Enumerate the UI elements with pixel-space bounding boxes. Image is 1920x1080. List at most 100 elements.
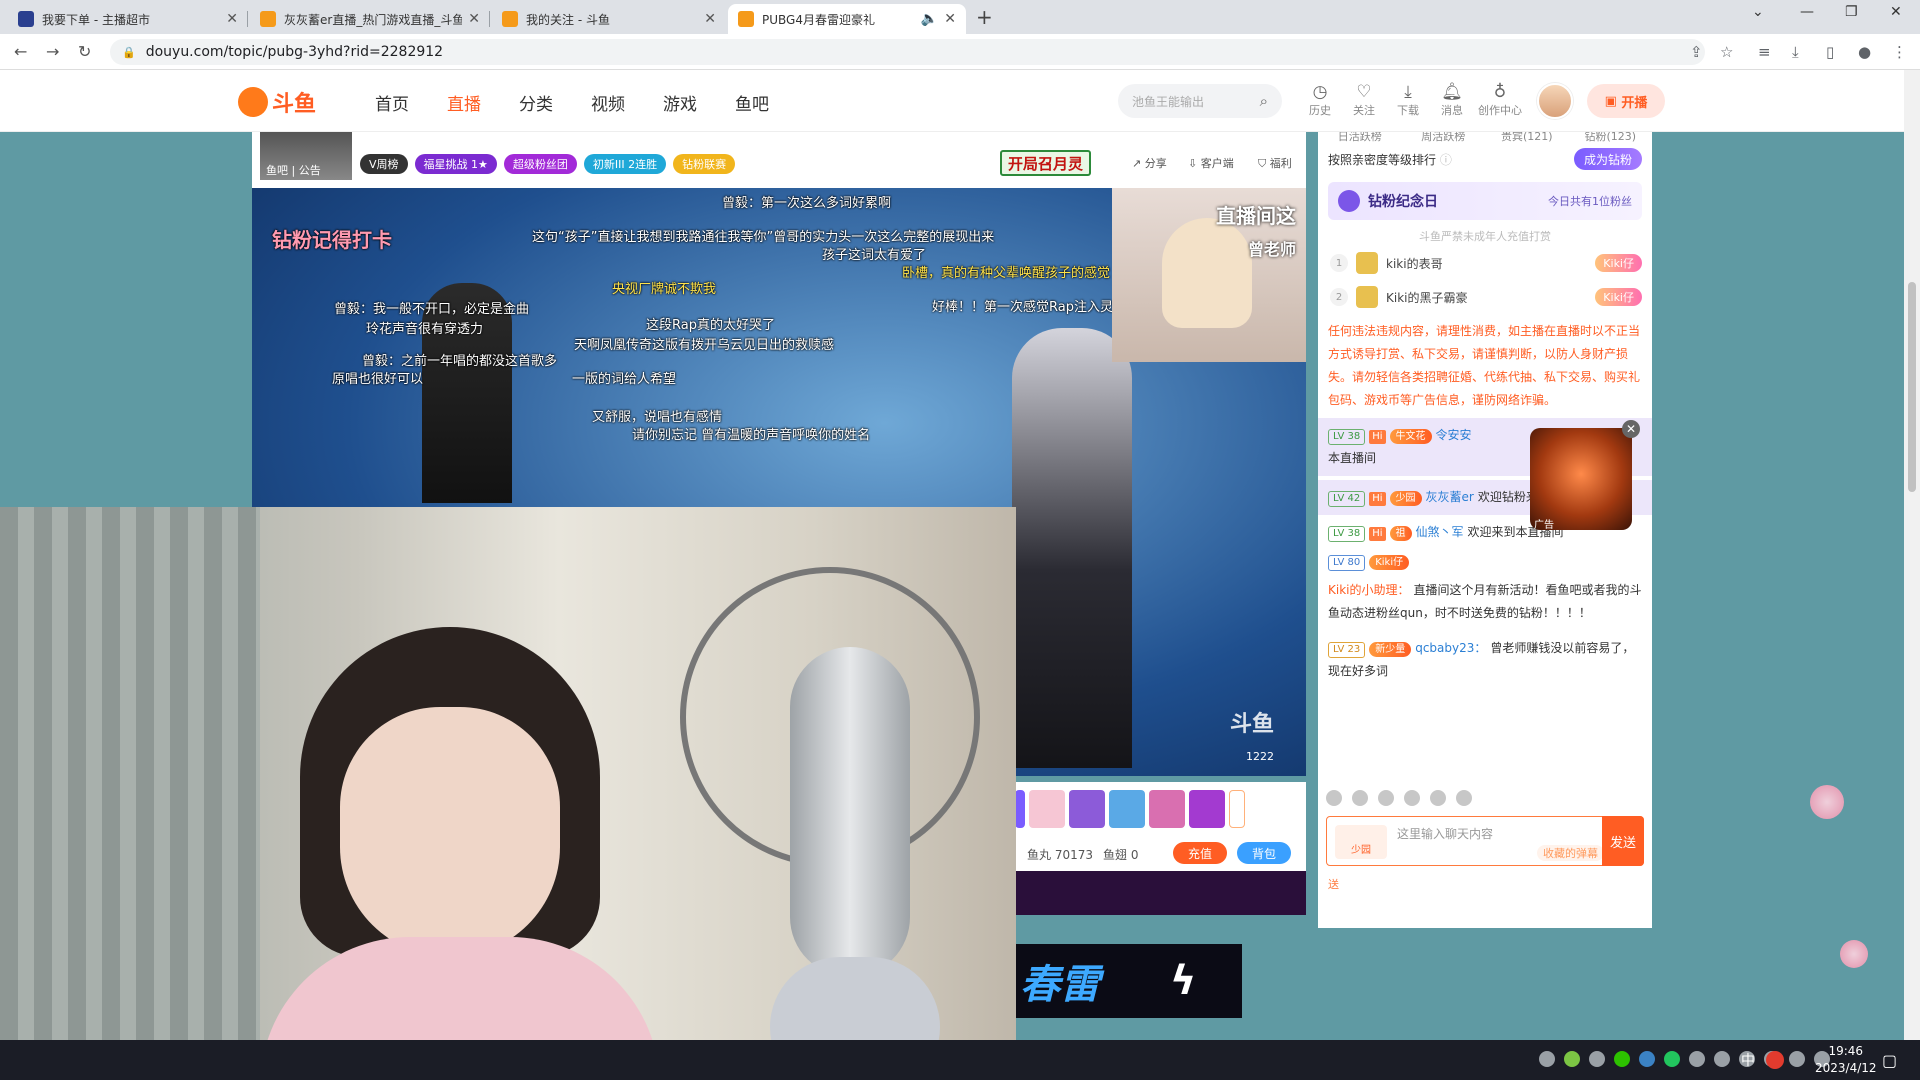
fan-level-badge[interactable]: 少园 [1335, 825, 1387, 859]
tab-audio-icon[interactable]: 🔈 [921, 11, 938, 27]
sidepanel-icon[interactable]: ▯ [1826, 43, 1834, 61]
anchor-thumbnail[interactable]: 鱼吧 | 公告 [260, 132, 352, 180]
browser-tab-1[interactable]: 我要下单 - 主播超市 ✕ [8, 4, 248, 34]
minimize-icon[interactable]: — [1800, 4, 1814, 20]
search-icon[interactable]: ⌕ [1260, 92, 1268, 110]
scrollbar-thumb[interactable] [1908, 282, 1916, 492]
chat-message[interactable]: LV 80 Kiki仔 [1318, 550, 1652, 573]
follow-button[interactable]: ♡ 关注 [1344, 82, 1384, 118]
download-button[interactable]: ⤓ 下载 [1388, 82, 1428, 118]
gift-item[interactable] [1069, 790, 1105, 828]
forward-icon[interactable]: → [46, 42, 59, 61]
menu-kebab-icon[interactable]: ⋮ [1892, 43, 1907, 61]
tab-weekly[interactable]: 周活跃榜 [1402, 132, 1486, 144]
tab-close-icon[interactable]: ✕ [226, 11, 238, 27]
back-icon[interactable]: ← [14, 42, 27, 61]
send-button[interactable]: 发送 [1602, 816, 1644, 866]
tray-app-icon[interactable] [1664, 1051, 1680, 1067]
sogou-icon[interactable] [1766, 1051, 1784, 1069]
gift-item[interactable] [1029, 790, 1065, 828]
share-button[interactable]: ↗ 分享 [1132, 155, 1167, 171]
nav-category[interactable]: 分类 [519, 90, 553, 115]
win-streak-tag[interactable]: 初新III 2连胜 [583, 154, 667, 174]
card-icon[interactable] [1430, 790, 1446, 806]
welfare-button[interactable]: ⛉ 福利 [1258, 155, 1292, 171]
address-bar[interactable]: 🔒 douyu.com/topic/pubg-3yhd?rid=2282912 [110, 39, 1705, 65]
settings-icon[interactable] [1456, 790, 1472, 806]
chat-message[interactable]: LV 23 新少量 qcbaby23： 曾老师赚钱没以前容易了，现在好多词 [1318, 631, 1652, 689]
chat-input[interactable]: 少园 这里输入聊天内容 收藏的弹幕 发送 [1326, 816, 1644, 866]
messages-button[interactable]: 🔔︎ 消息 [1432, 82, 1472, 118]
recharge-button[interactable]: 充值 [1173, 842, 1227, 864]
floating-ad[interactable] [1530, 428, 1632, 530]
gift-item[interactable] [1149, 790, 1185, 828]
client-button[interactable]: ⇩ 客户端 [1188, 155, 1234, 171]
browser-tab-2[interactable]: 灰灰蓄er直播_热门游戏直播_斗鱼 ✕ [250, 4, 490, 34]
wechat-icon[interactable] [1614, 1051, 1630, 1067]
profile-icon[interactable]: ● [1858, 43, 1871, 61]
bluetooth-icon[interactable] [1714, 1051, 1730, 1067]
diamond-league-tag[interactable]: 钻粉联赛 [673, 154, 736, 174]
steam-icon[interactable] [1639, 1051, 1655, 1067]
emoji-icon[interactable] [1326, 790, 1342, 806]
fan-icon[interactable] [1378, 790, 1394, 806]
microphone-icon[interactable] [1689, 1051, 1705, 1067]
tray-chevron-icon[interactable] [1539, 1051, 1555, 1067]
reload-icon[interactable]: ↻ [78, 42, 91, 61]
weekly-rank-tag[interactable]: V周榜 [360, 154, 408, 174]
gift-icon[interactable] [1404, 790, 1420, 806]
site-search-input[interactable]: 池鱼王能输出 ⌕ [1118, 84, 1282, 118]
webcam-overlay[interactable] [0, 507, 1016, 1080]
tab-search-icon[interactable]: ⌄ [1752, 4, 1764, 20]
tab-daily[interactable]: 日活跃榜 [1318, 132, 1402, 144]
nav-live[interactable]: 直播 [447, 90, 481, 115]
new-tab-icon[interactable]: + [976, 5, 993, 29]
kaiju-event-badge[interactable]: 开局召月灵 [1000, 150, 1092, 176]
tray-app-icon[interactable] [1589, 1051, 1605, 1067]
ime-indicator[interactable]: 中 [1741, 1050, 1755, 1070]
volume-icon[interactable] [1789, 1051, 1805, 1067]
rank-row[interactable]: 1 kiki的表哥 Kiki仔 [1318, 246, 1652, 280]
reading-list-icon[interactable]: ≡ [1758, 43, 1771, 61]
history-button[interactable]: ◷ 历史 [1300, 82, 1340, 118]
tray-app-icon[interactable] [1564, 1051, 1580, 1067]
chat-message[interactable]: Kiki的小助理： 直播间这个月有新活动！看鱼吧或者我的斗鱼动态进粉丝qun，时不… [1318, 573, 1652, 631]
gift-item[interactable] [1015, 790, 1025, 828]
horn-icon[interactable] [1352, 790, 1368, 806]
super-fan-group-tag[interactable]: 超级粉丝团 [503, 154, 577, 174]
nav-home[interactable]: 首页 [375, 90, 409, 115]
user-avatar[interactable] [1537, 83, 1573, 119]
download-icon[interactable]: ⤓ [1792, 43, 1799, 61]
notification-icon[interactable]: ▢ [1882, 1051, 1897, 1070]
browser-tab-3[interactable]: 我的关注 - 斗鱼 ✕ [492, 4, 726, 34]
backpack-button[interactable]: 背包 [1237, 842, 1291, 864]
restore-icon[interactable]: ❐ [1845, 4, 1858, 20]
share-page-icon[interactable]: ⇪ [1690, 43, 1703, 61]
tab-close-icon[interactable]: ✕ [704, 11, 716, 27]
fan-anniversary-card[interactable]: 钻粉纪念日 今日共有1位粉丝 [1328, 182, 1642, 220]
close-icon[interactable]: ✕ [1622, 420, 1640, 438]
lucky-challenge-tag[interactable]: 福星挑战 1★ [414, 154, 497, 174]
creator-center-button[interactable]: ♁ 创作中心 [1478, 82, 1522, 118]
become-fan-button[interactable]: 成为钻粉 [1573, 148, 1642, 170]
close-window-icon[interactable]: ✕ [1890, 4, 1902, 20]
nav-games[interactable]: 游戏 [663, 90, 697, 115]
spring-thunder-banner[interactable]: 春雷 ϟ [1016, 944, 1242, 1018]
browser-tab-active[interactable]: PUBG4月春雷迎豪礼 🔈 ✕ [728, 4, 966, 34]
gift-expand-icon[interactable] [1229, 790, 1245, 828]
nav-fishbar[interactable]: 鱼吧 [735, 90, 769, 115]
gift-item[interactable] [1189, 790, 1225, 828]
tab-diamond-fans[interactable]: 钻粉(123) [1569, 132, 1653, 144]
bookmark-star-icon[interactable]: ☆ [1720, 43, 1733, 61]
nav-video[interactable]: 视频 [591, 90, 625, 115]
help-icon[interactable]: ⓘ [1440, 151, 1452, 168]
go-live-button[interactable]: ▣ 开播 [1587, 84, 1665, 118]
rank-row[interactable]: 2 Kiki的黑子霸豪 Kiki仔 [1318, 280, 1652, 314]
system-clock[interactable]: 19:46 2023/4/12 [1815, 1043, 1877, 1077]
pip-camera[interactable]: 直播间这 曾老师 [1112, 188, 1306, 362]
saved-danmaku-button[interactable]: 收藏的弹幕 [1537, 845, 1604, 861]
tab-close-icon[interactable]: ✕ [944, 11, 956, 27]
tab-close-icon[interactable]: ✕ [468, 11, 480, 27]
page-scrollbar[interactable] [1904, 70, 1920, 1040]
tab-vip[interactable]: 贵宾(121) [1485, 132, 1569, 144]
